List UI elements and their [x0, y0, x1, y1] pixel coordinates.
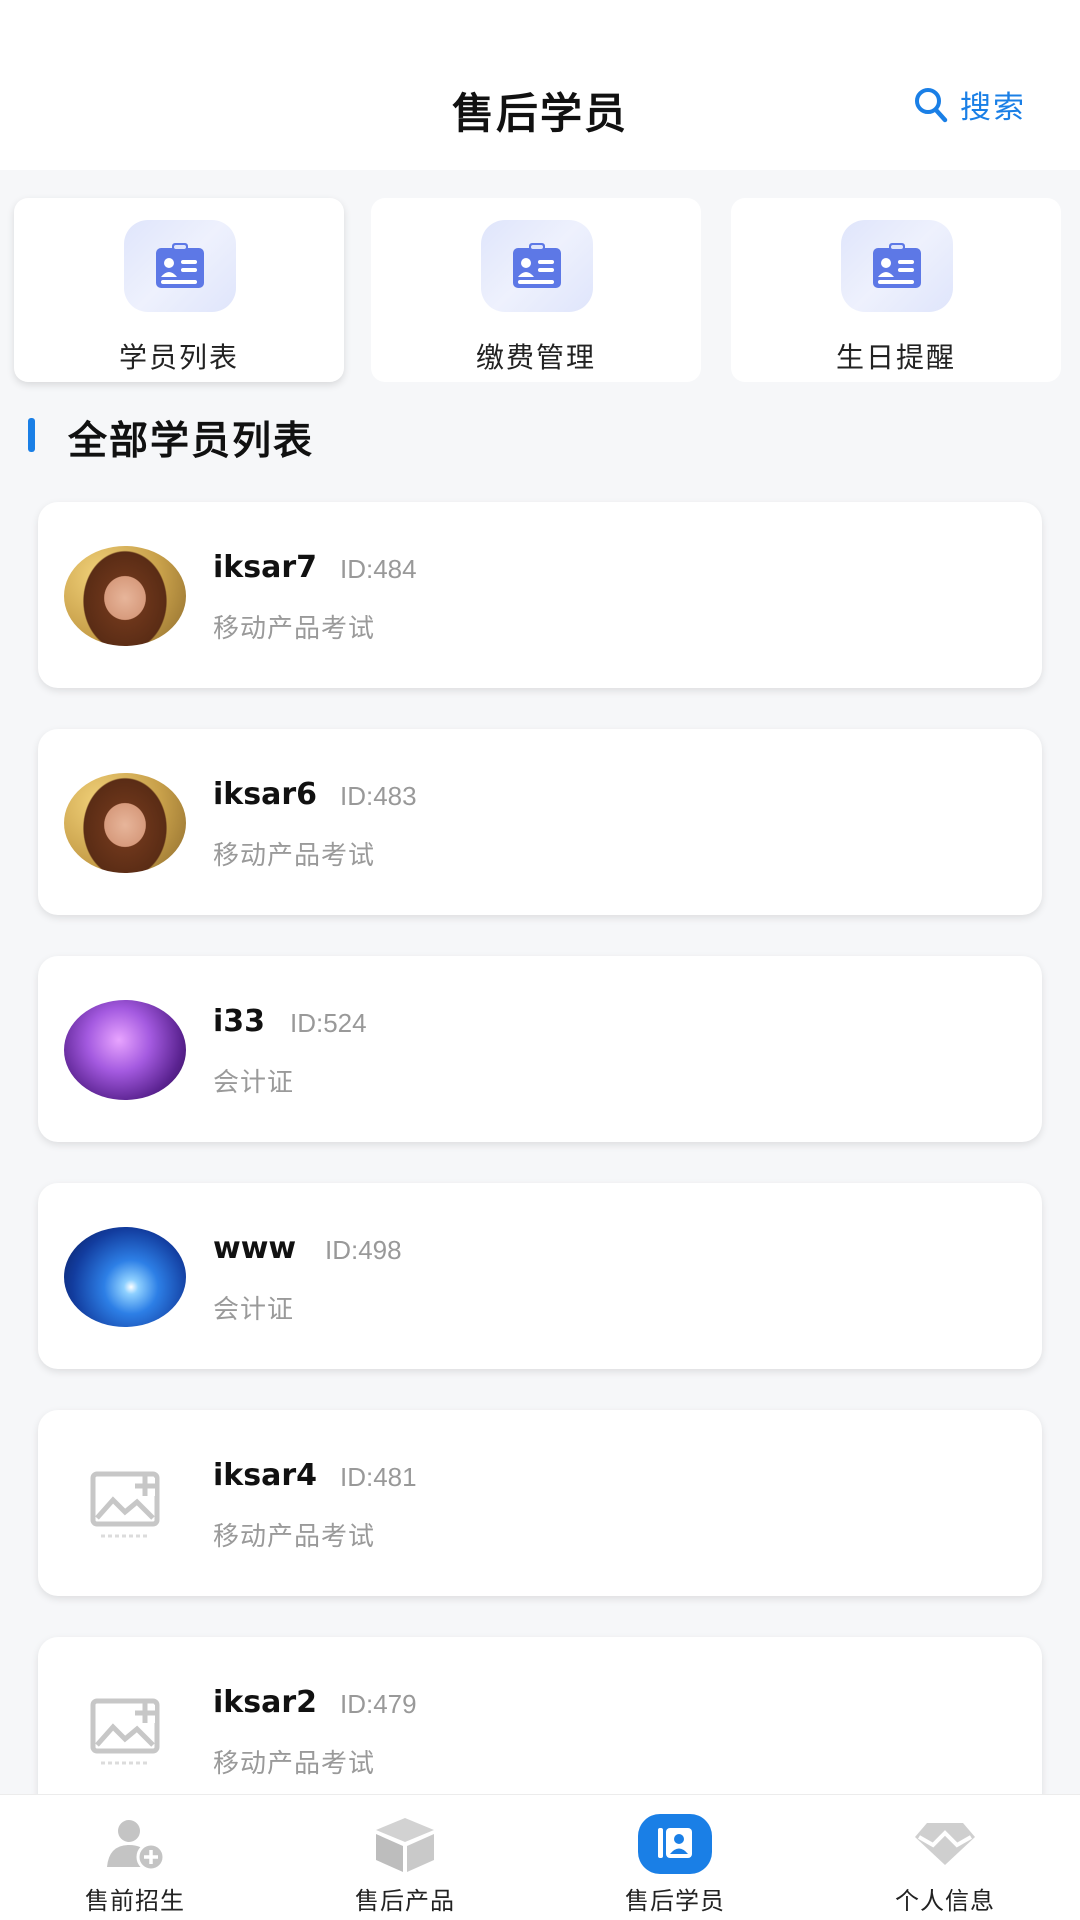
student-name: i33 — [213, 1004, 266, 1039]
id-card-icon — [481, 220, 593, 312]
image-placeholder-icon — [64, 1454, 186, 1554]
tile-student-list[interactable]: 学员列表 — [14, 198, 344, 382]
tab-aftersale-products[interactable]: 售后产品 — [270, 1795, 540, 1920]
id-card-icon — [124, 220, 236, 312]
student-id: ID:483 — [340, 781, 417, 811]
tab-label: 售后产品 — [355, 1887, 455, 1915]
tab-label: 售前招生 — [85, 1887, 185, 1915]
page: 售后学员 搜索 学员列表 缴费管理 生日提醒 全部学员列表 iksar7 ID:… — [0, 0, 1080, 1920]
tab-aftersale-students[interactable]: 售后学员 — [540, 1795, 810, 1920]
student-id: ID:498 — [325, 1235, 402, 1265]
tile-label: 生日提醒 — [835, 341, 956, 374]
tile-label: 缴费管理 — [475, 341, 596, 374]
student-course: 会计证 — [213, 1068, 295, 1098]
student-name: iksar6 — [213, 777, 318, 812]
avatar — [64, 773, 186, 873]
student-card[interactable]: i33 ID:524 会计证 — [38, 956, 1042, 1142]
bottom-tab-bar: 售前招生 售后产品 售后学员 个人信息 — [0, 1794, 1080, 1920]
student-course: 移动产品考试 — [213, 841, 376, 871]
header: 售后学员 搜索 — [0, 0, 1080, 170]
student-id: ID:484 — [340, 554, 417, 584]
student-card[interactable]: iksar6 ID:483 移动产品考试 — [38, 729, 1042, 915]
student-course: 移动产品考试 — [213, 1749, 376, 1779]
image-placeholder-icon — [64, 1681, 186, 1781]
tab-label: 售后学员 — [625, 1887, 725, 1915]
student-name: iksar7 — [213, 550, 318, 585]
avatar — [64, 546, 186, 646]
quick-tiles: 学员列表 缴费管理 生日提醒 — [0, 198, 1080, 384]
tile-label: 学员列表 — [118, 341, 239, 374]
tab-label: 个人信息 — [895, 1887, 995, 1915]
student-course: 移动产品考试 — [213, 1522, 376, 1552]
tile-birthday-reminder[interactable]: 生日提醒 — [731, 198, 1061, 382]
search-icon — [914, 87, 948, 123]
student-course: 移动产品考试 — [213, 614, 376, 644]
avatar — [64, 1227, 186, 1327]
student-name: iksar4 — [213, 1458, 318, 1493]
box-icon — [365, 1811, 445, 1877]
student-card[interactable]: iksar7 ID:484 移动产品考试 — [38, 502, 1042, 688]
contacts-icon — [635, 1811, 715, 1877]
student-name: www — [213, 1231, 297, 1266]
add-user-icon — [95, 1811, 175, 1877]
student-card[interactable]: iksar4 ID:481 移动产品考试 — [38, 1410, 1042, 1596]
diamond-icon — [905, 1811, 985, 1877]
student-id: ID:479 — [340, 1689, 417, 1719]
student-id: ID:524 — [290, 1008, 367, 1038]
avatar — [64, 1000, 186, 1100]
student-name: iksar2 — [213, 1685, 318, 1720]
student-id: ID:481 — [340, 1462, 417, 1492]
student-course: 会计证 — [213, 1295, 295, 1325]
section-accent-bar — [28, 418, 35, 452]
tab-presale-enrollment[interactable]: 售前招生 — [0, 1795, 270, 1920]
tile-payment-management[interactable]: 缴费管理 — [371, 198, 701, 382]
student-card[interactable]: www ID:498 会计证 — [38, 1183, 1042, 1369]
id-card-icon — [841, 220, 953, 312]
tab-personal-info[interactable]: 个人信息 — [810, 1795, 1080, 1920]
search-button[interactable]: 搜索 — [914, 82, 1026, 127]
section-title: 全部学员列表 — [68, 419, 315, 464]
search-label: 搜索 — [960, 90, 1026, 126]
